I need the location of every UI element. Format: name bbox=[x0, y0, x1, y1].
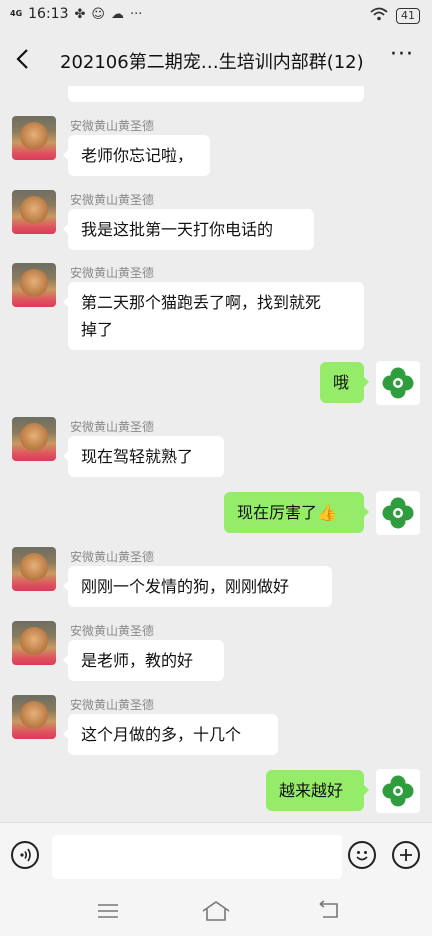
sender-name: 安微黄山黄圣德 bbox=[70, 624, 155, 638]
message-input[interactable] bbox=[52, 835, 342, 879]
chat-header: 202106第二期宠…生培训内部群(12) ··· bbox=[0, 34, 432, 86]
status-left: 4G 16:13 ✤ ☺ ☁ ··· bbox=[10, 6, 142, 22]
voice-button[interactable] bbox=[11, 841, 39, 869]
wifi-icon bbox=[370, 7, 388, 25]
my-avatar[interactable] bbox=[376, 769, 420, 813]
chevron-left-icon bbox=[16, 49, 28, 69]
message-bubble[interactable]: 第二天那个猫跑丢了啊，找到就死 掉了 bbox=[63, 282, 364, 350]
return-icon bbox=[319, 900, 338, 918]
voice-icon bbox=[20, 848, 31, 862]
emoji-icon bbox=[356, 851, 368, 861]
partial-message-bubble bbox=[68, 86, 364, 102]
message-bubble[interactable]: 老师你忘记啦， bbox=[63, 135, 210, 176]
sender-name: 安微黄山黄圣德 bbox=[70, 266, 155, 280]
message-bubble[interactable]: 这个月做的多，十几个 bbox=[63, 714, 278, 755]
message-bubble[interactable]: 现在驾轻就熟了 bbox=[63, 436, 224, 477]
message-text: 哦 bbox=[333, 373, 350, 392]
message-text: 我是这批第一天打你电话的 bbox=[81, 220, 274, 239]
my-message-bubble[interactable]: 现在厉害了👍 bbox=[224, 492, 369, 533]
sender-name: 安微黄山黄圣德 bbox=[70, 420, 155, 434]
nav-back-button[interactable] bbox=[318, 900, 340, 920]
message-text: 刚刚一个发情的狗，刚刚做好 bbox=[81, 577, 290, 596]
avatar[interactable] bbox=[12, 190, 56, 234]
message-text: 这个月做的多，十几个 bbox=[81, 725, 242, 744]
more-dots-icon: ··· bbox=[390, 42, 414, 67]
status-right: 41 bbox=[370, 7, 420, 25]
clover-logo-icon bbox=[382, 367, 414, 399]
menu-icon bbox=[98, 904, 118, 918]
back-button[interactable] bbox=[12, 44, 36, 74]
message-text: 越来越好 bbox=[279, 781, 344, 800]
message-bubble[interactable]: 我是这批第一天打你电话的 bbox=[63, 209, 314, 250]
battery-indicator: 41 bbox=[396, 8, 420, 24]
status-time: 16:13 bbox=[28, 6, 69, 22]
sender-name: 安微黄山黄圣德 bbox=[70, 193, 155, 207]
overflow-dots-icon: ··· bbox=[129, 6, 143, 22]
my-avatar[interactable] bbox=[376, 361, 420, 405]
status-bar: 4G 16:13 ✤ ☺ ☁ ··· 41 bbox=[0, 0, 432, 34]
my-message-bubble[interactable]: 哦 bbox=[320, 362, 369, 403]
clover-logo-icon bbox=[382, 775, 414, 807]
sender-name: 安微黄山黄圣德 bbox=[70, 119, 155, 133]
message-text-line: 第二天那个猫跑丢了啊，找到就死 bbox=[81, 293, 322, 312]
network-indicator: 4G bbox=[10, 9, 23, 18]
avatar[interactable] bbox=[12, 116, 56, 160]
system-nav-bar bbox=[0, 888, 432, 936]
cloud-icon: ☁ bbox=[110, 6, 124, 22]
message-text: 是老师，教的好 bbox=[81, 651, 194, 670]
sender-name: 安微黄山黄圣德 bbox=[70, 550, 155, 564]
home-icon bbox=[202, 901, 230, 921]
avatar[interactable] bbox=[12, 417, 56, 461]
message-text: 现在厉害了👍 bbox=[237, 503, 337, 522]
my-message-bubble[interactable]: 越来越好 bbox=[266, 770, 369, 811]
plus-button[interactable] bbox=[392, 841, 420, 869]
message-bubble[interactable]: 刚刚一个发情的狗，刚刚做好 bbox=[63, 566, 332, 607]
nav-menu-button[interactable] bbox=[97, 902, 119, 920]
chat-area[interactable]: 安微黄山黄圣德 老师你忘记啦， 安微黄山黄圣德 我是这批第一天打你电话的 安微黄… bbox=[0, 86, 432, 822]
my-avatar[interactable] bbox=[376, 491, 420, 535]
avatar[interactable] bbox=[12, 695, 56, 739]
sender-name: 安微黄山黄圣德 bbox=[70, 698, 155, 712]
avatar[interactable] bbox=[12, 547, 56, 591]
plus-icon bbox=[400, 849, 412, 861]
face-icon: ☺ bbox=[91, 6, 105, 22]
message-text-line: 掉了 bbox=[81, 320, 114, 339]
avatar[interactable] bbox=[12, 621, 56, 665]
avatar[interactable] bbox=[12, 263, 56, 307]
message-text: 现在驾轻就熟了 bbox=[81, 447, 194, 466]
input-bar bbox=[0, 822, 432, 889]
message-bubble[interactable]: 是老师，教的好 bbox=[63, 640, 224, 681]
more-button[interactable]: ··· bbox=[390, 42, 414, 67]
chat-title: 202106第二期宠…生培训内部群(12) bbox=[60, 52, 364, 73]
nav-home-button[interactable] bbox=[201, 900, 231, 922]
clover-logo-icon bbox=[382, 497, 414, 529]
emoji-button[interactable] bbox=[348, 841, 376, 869]
fan-icon: ✤ bbox=[74, 6, 86, 22]
message-text: 老师你忘记啦， bbox=[81, 146, 194, 165]
